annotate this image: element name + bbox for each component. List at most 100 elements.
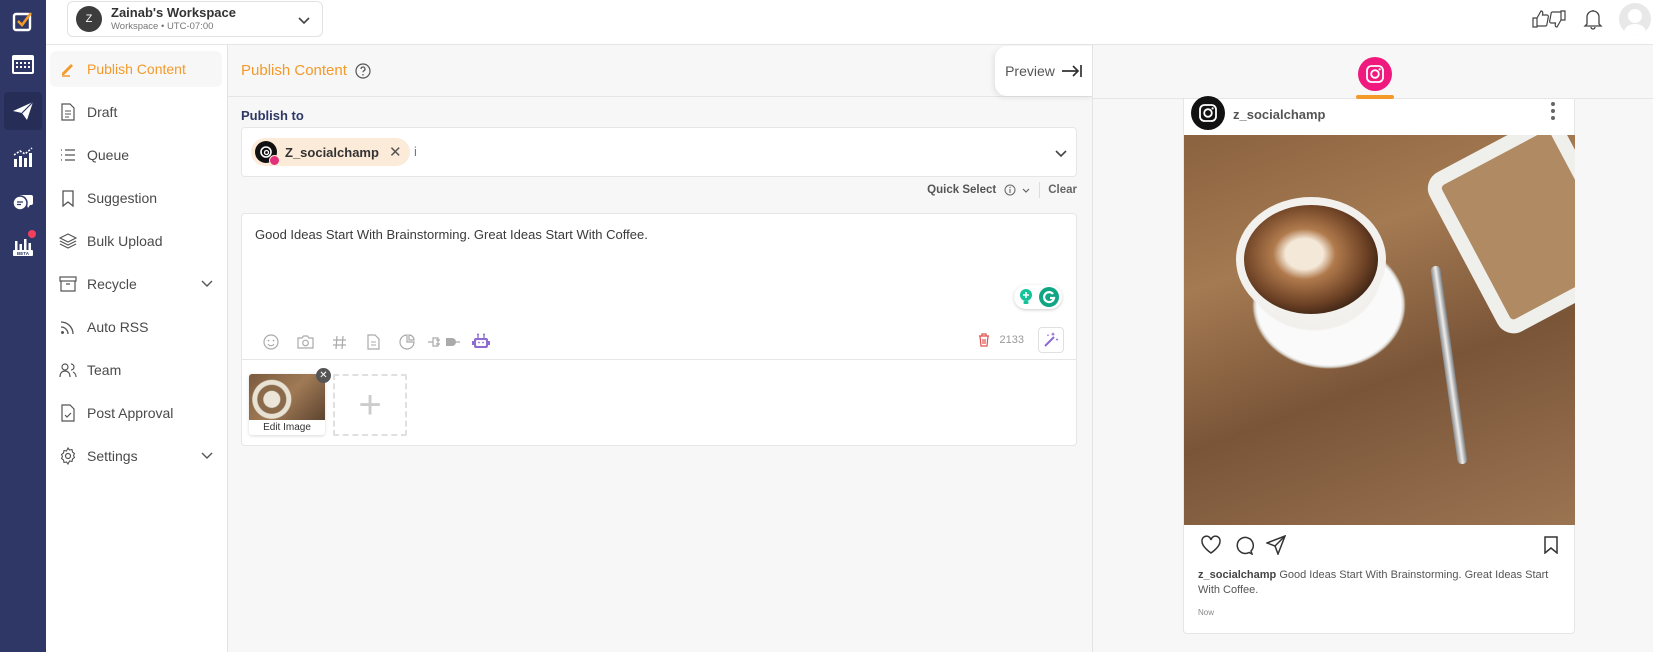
user-avatar[interactable] [1619, 3, 1651, 35]
post-username: z_socialchamp [1233, 106, 1326, 122]
svg-text:BETA: BETA [17, 251, 30, 256]
account-name: Z_socialchamp [285, 144, 379, 160]
rail-publish-logo[interactable] [4, 2, 42, 40]
chevron-down-icon[interactable] [1054, 146, 1068, 160]
app: BETA Z Zainab's Workspace Workspace • UT… [0, 0, 1653, 652]
pie-chart-icon [399, 334, 415, 350]
icon-rail: BETA [0, 0, 46, 652]
collapse-right-icon [1061, 65, 1082, 77]
share-button[interactable] [1266, 535, 1286, 555]
ai-assistant-button[interactable] [464, 330, 498, 354]
sidebar-item-post-approval[interactable]: Post Approval [50, 395, 222, 431]
account-search-input[interactable]: i [414, 144, 417, 159]
publish-to-label: Publish to [241, 108, 304, 123]
divider [1039, 182, 1041, 198]
remove-account-icon[interactable]: ✕ [389, 143, 402, 161]
remove-media-icon[interactable]: ✕ [316, 368, 331, 383]
bell-icon [1583, 10, 1603, 30]
account-selector[interactable]: Z_socialchamp ✕ i [241, 127, 1077, 177]
chevron-down-icon [201, 280, 213, 287]
magic-rewrite-button[interactable] [1038, 327, 1064, 353]
account-avatar [255, 141, 280, 166]
workspace-name: Zainab's Workspace [111, 5, 236, 20]
composer-toolbar [254, 330, 498, 354]
divider [242, 359, 1076, 360]
grammarly-widget[interactable] [1014, 285, 1062, 309]
emoji-icon [263, 334, 279, 350]
hashtag-button[interactable] [322, 330, 356, 354]
rail-engage[interactable] [4, 182, 42, 220]
sidebar-item-auto-rss[interactable]: Auto RSS [50, 309, 222, 345]
fork-shape [1430, 265, 1468, 465]
feedback-button[interactable] [1531, 9, 1567, 29]
workspace-switcher[interactable]: Z Zainab's Workspace Workspace • UTC-07:… [67, 1, 323, 37]
document-icon [61, 103, 75, 121]
post-timestamp: Now [1198, 608, 1215, 617]
rail-calendar[interactable] [4, 45, 42, 83]
grammarly-icon [1039, 287, 1059, 307]
sidebar-item-suggestion[interactable]: Suggestion [50, 180, 222, 216]
chat-icon [12, 195, 33, 211]
chevron-down-icon[interactable] [1021, 185, 1031, 195]
preview-toggle-button[interactable]: Preview [995, 46, 1093, 96]
post-text-input[interactable]: Good Ideas Start With Brainstorming. Gre… [255, 227, 648, 242]
user-avatar-icon [1623, 9, 1647, 35]
edit-image-button[interactable]: Edit Image [249, 420, 325, 435]
integrations-button[interactable] [424, 330, 464, 354]
approval-doc-icon [61, 404, 75, 422]
rail-analytics[interactable] [4, 138, 42, 176]
media-thumbnail[interactable]: Edit Image ✕ [249, 368, 331, 435]
sidebar-item-draft[interactable]: Draft [50, 94, 222, 130]
more-options-icon[interactable] [1550, 101, 1556, 121]
selected-account-chip: Z_socialchamp ✕ [251, 138, 410, 166]
publish-logo-icon [12, 12, 33, 32]
paper-plane-icon [1266, 535, 1286, 555]
sidebar-item-label: Post Approval [87, 405, 174, 421]
quick-select-button[interactable]: Quick Select [927, 184, 996, 196]
sidebar-item-label: Draft [87, 104, 118, 120]
rail-beta-analytics[interactable]: BETA [4, 226, 42, 264]
sidebar-item-label: Settings [87, 448, 138, 464]
sidebar-item-settings[interactable]: Settings [50, 438, 222, 474]
bookmark-icon [62, 189, 74, 207]
plus-icon: + [358, 382, 382, 427]
rail-publish[interactable] [4, 92, 42, 130]
save-button[interactable] [1544, 536, 1558, 554]
sidebar-item-label: Bulk Upload [87, 233, 163, 249]
ai-bot-icon [472, 333, 490, 348]
bookmark-icon [1544, 536, 1558, 554]
document-icon [366, 334, 380, 350]
preview-label: Preview [1005, 63, 1055, 79]
layers-icon [59, 233, 77, 249]
sidebar-item-publish-content[interactable]: Publish Content [50, 51, 222, 87]
sidebar-item-bulk-upload[interactable]: Bulk Upload [50, 223, 222, 259]
add-media-button[interactable]: + [333, 374, 407, 436]
sidebar-item-recycle[interactable]: Recycle [50, 266, 222, 302]
sidebar-item-team[interactable]: Team [50, 352, 222, 388]
sidebar-item-label: Publish Content [87, 61, 186, 77]
hashtag-icon [332, 335, 346, 349]
poll-button[interactable] [390, 330, 424, 354]
template-button[interactable] [356, 330, 390, 354]
rss-icon [60, 321, 74, 335]
info-icon [1004, 184, 1016, 196]
trash-icon[interactable] [978, 333, 990, 347]
calendar-icon [12, 55, 34, 74]
sidebar-item-label: Team [87, 362, 122, 378]
emoji-button[interactable] [254, 330, 288, 354]
post-avatar [1191, 96, 1225, 130]
notifications-button[interactable] [1583, 8, 1603, 30]
tab-instagram[interactable] [1358, 57, 1392, 91]
comment-button[interactable] [1234, 535, 1254, 555]
clear-button[interactable]: Clear [1048, 184, 1077, 196]
media-button[interactable] [288, 330, 322, 354]
post-composer: Good Ideas Start With Brainstorming. Gre… [241, 213, 1077, 446]
archive-icon [59, 276, 77, 292]
camera-icon [296, 335, 314, 349]
preview-network-tabs [1093, 45, 1653, 99]
like-button[interactable] [1200, 535, 1222, 555]
help-icon[interactable] [355, 62, 371, 79]
plugin-icon [428, 337, 460, 347]
sidebar-item-queue[interactable]: Queue [50, 137, 222, 173]
heart-icon [1201, 535, 1221, 554]
